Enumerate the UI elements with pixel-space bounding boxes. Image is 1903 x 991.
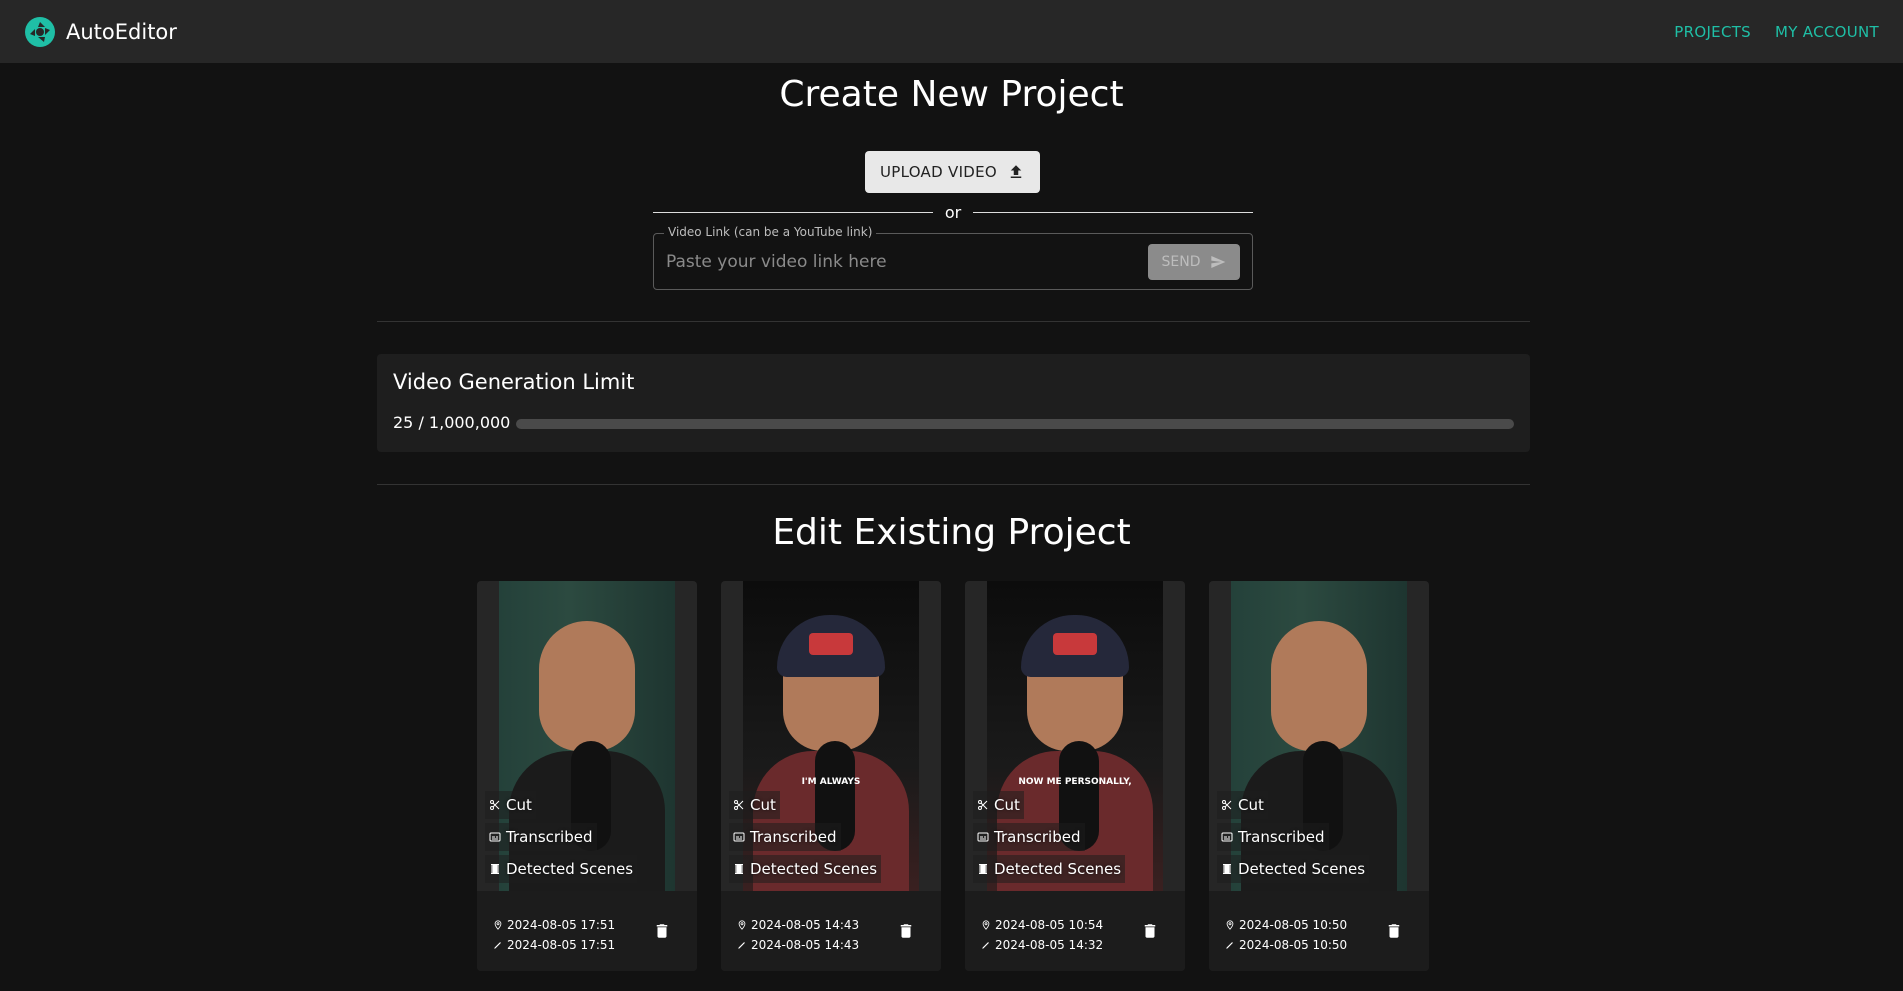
location-pin-icon (738, 920, 746, 930)
delete-icon[interactable] (897, 921, 915, 941)
film-icon (1223, 864, 1231, 874)
delete-icon[interactable] (1385, 921, 1403, 941)
project-card[interactable]: Cut Transcribed Detected Scenes 2024-08-… (477, 581, 697, 971)
edited-date: 2024-08-05 14:43 (751, 938, 860, 952)
send-button[interactable]: SEND (1148, 244, 1240, 280)
scissors-icon (978, 800, 988, 810)
edited-date: 2024-08-05 17:51 (507, 938, 616, 952)
thumbnail-caption: I'M ALWAYS (801, 777, 861, 787)
or-line-left (653, 211, 933, 213)
scissors-icon (734, 800, 744, 810)
send-icon (1210, 256, 1225, 268)
generation-limit-title: Video Generation Limit (393, 370, 635, 394)
status-transcribed: Transcribed (485, 823, 597, 851)
edit-project-heading: Edit Existing Project (772, 512, 1131, 553)
project-meta: 2024-08-05 10:50 2024-08-05 10:50 (1209, 891, 1429, 971)
video-link-legend: Video Link (can be a YouTube link) (664, 225, 877, 239)
project-status-tags: Cut Transcribed Detected Scenes (729, 791, 882, 883)
logo[interactable]: AutoEditor (24, 16, 177, 48)
pencil-icon (494, 942, 501, 949)
upload-video-button[interactable]: UPLOAD VIDEO (865, 151, 1040, 193)
status-transcribed: Transcribed (729, 823, 841, 851)
project-card[interactable]: I'M ALWAYS Cut Transcribed Detected Scen… (721, 581, 941, 971)
project-meta: 2024-08-05 10:54 2024-08-05 14:32 (965, 891, 1185, 971)
status-cut: Cut (973, 791, 1024, 819)
project-meta: 2024-08-05 17:51 2024-08-05 17:51 (477, 891, 697, 971)
location-pin-icon (494, 920, 502, 930)
project-dates: 2024-08-05 14:43 2024-08-05 14:43 (737, 915, 859, 955)
project-card[interactable]: NOW ME PERSONALLY, Cut Transcribed Detec… (965, 581, 1185, 971)
app-bar: AutoEditor PROJECTS MY ACCOUNT (0, 0, 1903, 63)
project-status-tags: Cut Transcribed Detected Scenes (485, 791, 638, 883)
subtitles-icon (733, 832, 745, 842)
aperture-logo-icon (25, 16, 55, 47)
or-line-right (973, 211, 1253, 213)
status-cut: Cut (729, 791, 780, 819)
status-detected-scenes: Detected Scenes (1217, 855, 1370, 883)
delete-icon[interactable] (1141, 921, 1159, 941)
status-detected-scenes: Detected Scenes (485, 855, 638, 883)
or-label: or (944, 202, 962, 222)
edited-date: 2024-08-05 10:50 (1239, 938, 1348, 952)
section-divider (377, 321, 1530, 322)
top-nav: PROJECTS MY ACCOUNT (1674, 23, 1879, 41)
created-date: 2024-08-05 17:51 (507, 918, 616, 932)
status-cut: Cut (485, 791, 536, 819)
status-transcribed: Transcribed (973, 823, 1085, 851)
send-label: SEND (1161, 254, 1201, 270)
nav-projects-link[interactable]: PROJECTS (1674, 23, 1751, 41)
generation-limit-progress (516, 419, 1514, 429)
thumbnail-caption: NOW ME PERSONALLY, (1018, 777, 1132, 787)
or-divider: or (653, 202, 1253, 222)
generation-limit-count: 25 / 1,000,000 (393, 413, 511, 432)
generation-limit-panel: Video Generation Limit 25 / 1,000,000 (377, 354, 1530, 452)
section-divider (377, 484, 1530, 485)
create-project-heading: Create New Project (779, 74, 1124, 115)
status-detected-scenes: Detected Scenes (729, 855, 882, 883)
film-icon (735, 864, 743, 874)
pencil-icon (738, 942, 745, 949)
project-status-tags: Cut Transcribed Detected Scenes (1217, 791, 1370, 883)
subtitles-icon (977, 832, 989, 842)
project-card[interactable]: Cut Transcribed Detected Scenes 2024-08-… (1209, 581, 1429, 971)
project-meta: 2024-08-05 14:43 2024-08-05 14:43 (721, 891, 941, 971)
status-detected-scenes: Detected Scenes (973, 855, 1126, 883)
status-cut: Cut (1217, 791, 1268, 819)
video-link-field: Video Link (can be a YouTube link) SEND (653, 225, 1253, 290)
app-name: AutoEditor (66, 19, 177, 44)
project-status-tags: Cut Transcribed Detected Scenes (973, 791, 1126, 883)
location-pin-icon (1226, 920, 1234, 930)
created-date: 2024-08-05 10:54 (995, 918, 1104, 932)
project-dates: 2024-08-05 17:51 2024-08-05 17:51 (493, 915, 615, 955)
delete-icon[interactable] (653, 921, 671, 941)
scissors-icon (1222, 800, 1232, 810)
film-icon (979, 864, 987, 874)
video-link-input[interactable] (666, 248, 1146, 276)
scissors-icon (490, 800, 500, 810)
created-date: 2024-08-05 14:43 (751, 918, 860, 932)
upload-icon (1010, 165, 1022, 178)
created-date: 2024-08-05 10:50 (1239, 918, 1348, 932)
project-dates: 2024-08-05 10:54 2024-08-05 14:32 (981, 915, 1103, 955)
upload-video-label: UPLOAD VIDEO (879, 163, 998, 181)
edited-date: 2024-08-05 14:32 (995, 938, 1104, 952)
pencil-icon (982, 942, 989, 949)
nav-my-account-link[interactable]: MY ACCOUNT (1775, 23, 1879, 41)
subtitles-icon (489, 832, 501, 842)
project-list: Cut Transcribed Detected Scenes 2024-08-… (477, 581, 1429, 971)
location-pin-icon (982, 920, 990, 930)
pencil-icon (1226, 942, 1233, 949)
status-transcribed: Transcribed (1217, 823, 1329, 851)
film-icon (491, 864, 499, 874)
subtitles-icon (1221, 832, 1233, 842)
project-dates: 2024-08-05 10:50 2024-08-05 10:50 (1225, 915, 1347, 955)
